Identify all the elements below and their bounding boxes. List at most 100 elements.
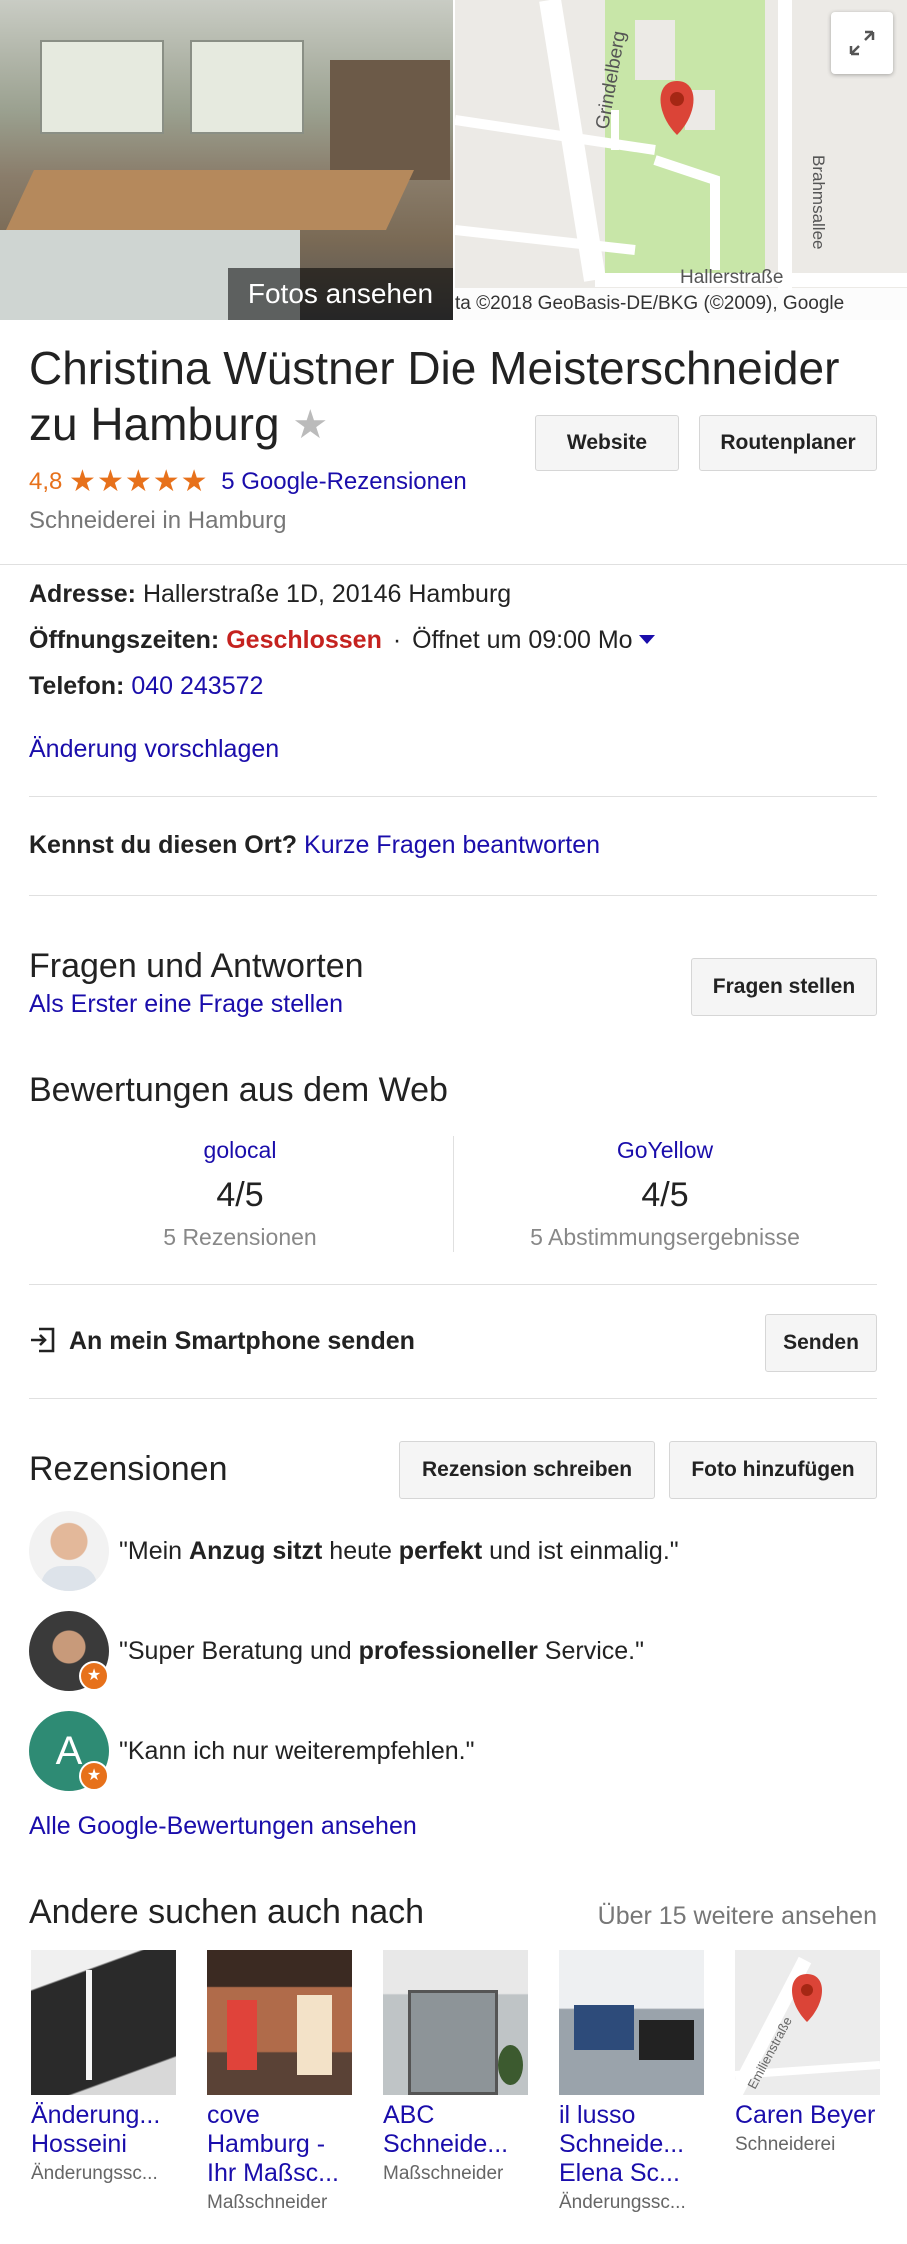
related-place-category: Maßschneider [207,2192,328,2213]
see-more-link[interactable]: Über 15 weitere ansehen [598,1898,877,1934]
related-place-map: Emilienstraße [735,1956,880,2095]
also-searched-title: Andere suchen auch nach [29,1893,425,1931]
related-place-card[interactable]: il lusso Schneide... Elena Sc... Änderun… [559,1950,704,2218]
phone-link[interactable]: 040 243572 [131,672,263,700]
all-reviews-link[interactable]: Alle Google-Bewertungen ansehen [29,1812,417,1840]
web-review-golocal[interactable]: golocal 4/5 5 Rezensionen [30,1134,450,1254]
review-text: "Mein Anzug sitzt heute perfekt und ist … [119,1511,679,1591]
review-text-part: "Super Beratung und [119,1637,359,1665]
web-review-score: 4/5 [216,1176,264,1214]
map-street-label: Brahmsallee [809,155,828,250]
related-place-category: Maßschneider [383,2163,504,2184]
expand-map-button[interactable] [831,12,893,74]
web-review-goyellow[interactable]: GoYellow 4/5 5 Abstimmungsergebnisse [453,1134,877,1254]
reviews-title: Rezensionen [29,1450,228,1488]
related-place-name[interactable]: Änderung... Hosseini [31,2101,176,2159]
know-place-line: Kennst du diesen Ort? Kurze Fragen beant… [29,827,600,863]
related-place-card[interactable]: cove Hamburg - Ihr Maßsc... Maßschneider [207,1950,352,2218]
hours-label: Öffnungszeiten: [29,626,220,654]
web-review-source[interactable]: golocal [30,1134,450,1166]
divider [29,1284,877,1285]
ask-first-question-link[interactable]: Als Erster eine Frage stellen [29,990,343,1018]
google-reviews-link[interactable]: 5 Google-Rezensionen [221,468,467,495]
related-place-thumbnail[interactable] [207,1950,352,2095]
suggest-edit-line: Änderung vorschlagen [29,731,279,767]
review-highlight: professioneller [358,1637,538,1665]
review-text-part: heute [322,1537,399,1565]
knowledge-panel: Fotos ansehen Grindelberg Hallerstraße B… [0,0,907,2244]
media-header: Fotos ansehen Grindelberg Hallerstraße B… [0,0,907,320]
related-place-thumbnail[interactable]: Emilienstraße [735,1950,880,2095]
related-place-thumbnail[interactable] [31,1950,176,2095]
related-place-card[interactable]: Emilienstraße Caren Beyer Schneiderei [735,1950,880,2160]
rating-stars-icon: ★★★★★ [69,465,209,498]
phone-label: Telefon: [29,672,125,700]
phone-line: Telefon: 040 243572 [29,668,263,704]
hours-dropdown[interactable]: Öffnet um 09:00 Mo [412,626,655,654]
send-button[interactable]: Senden [765,1314,877,1372]
divider [29,796,877,797]
address-value: Hallerstraße 1D, 20146 Hamburg [142,580,512,608]
answer-questions-link[interactable]: Kurze Fragen beantworten [304,831,600,859]
web-review-count: 5 Abstimmungsergebnisse [530,1224,800,1250]
review-snippet[interactable]: ★ "Super Beratung und professioneller Se… [29,1611,889,1691]
divider [0,564,907,565]
related-place-thumbnail[interactable] [383,1950,528,2095]
related-place-thumbnail[interactable] [559,1950,704,2095]
add-photo-button[interactable]: Foto hinzufügen [669,1441,877,1499]
review-text: "Kann ich nur weiterempfehlen." [119,1737,475,1765]
related-place-category: Schneiderei [735,2134,836,2155]
map-preview[interactable]: Grindelberg Hallerstraße Brahmsallee ta … [455,0,907,320]
route-planner-button[interactable]: Routenplaner [699,415,877,471]
suggest-edit-link[interactable]: Änderung vorschlagen [29,735,279,763]
local-guide-badge-icon: ★ [79,1761,109,1791]
map-credit: ta ©2018 GeoBasis-DE/BKG (©2009), Google [455,288,907,320]
review-text: "Super Beratung und professioneller Serv… [119,1611,644,1691]
address-label: Adresse: [29,580,136,608]
all-reviews-line: Alle Google-Bewertungen ansehen [29,1808,417,1844]
related-place-name[interactable]: cove Hamburg - Ihr Maßsc... [207,2101,352,2188]
review-snippet[interactable]: A ★ "Kann ich nur weiterempfehlen." [29,1711,889,1791]
ask-question-button[interactable]: Fragen stellen [691,958,877,1016]
local-guide-badge-icon: ★ [79,1661,109,1691]
save-star-icon[interactable]: ★ [292,403,328,447]
divider [29,1398,877,1399]
related-place-name[interactable]: ABC Schneide... [383,2101,528,2159]
write-review-button[interactable]: Rezension schreiben [399,1441,655,1499]
related-place-category: Änderungssc... [559,2192,686,2213]
web-reviews-title: Bewertungen aus dem Web [29,1071,448,1109]
chevron-down-icon[interactable] [638,635,655,644]
review-highlight: perfekt [398,1537,483,1565]
divider [29,895,877,896]
send-to-phone-label[interactable]: An mein Smartphone senden [69,1327,415,1355]
related-place-name[interactable]: Caren Beyer [735,2101,880,2130]
web-review-source[interactable]: GoYellow [453,1134,877,1166]
review-snippet[interactable]: "Mein Anzug sitzt heute perfekt und ist … [29,1511,889,1591]
hours-separator: · [392,626,402,654]
web-review-score: 4/5 [641,1176,689,1214]
website-button[interactable]: Website [535,415,679,471]
related-place-name[interactable]: il lusso Schneide... Elena Sc... [559,2101,704,2188]
avatar [29,1511,109,1591]
photos-caption[interactable]: Fotos ansehen [228,268,453,320]
web-review-count: 5 Rezensionen [163,1224,317,1250]
related-place-category: Änderungssc... [31,2163,158,2184]
related-place-card[interactable]: Änderung... Hosseini Änderungssc... [31,1950,176,2189]
send-to-phone-icon [31,1327,55,1353]
map-street-label: Hallerstraße [680,267,783,288]
business-photo[interactable]: Fotos ansehen [0,0,453,320]
hours-line: Öffnungszeiten: Geschlossen · Öffnet um … [29,622,655,658]
photo-window [40,40,164,134]
review-text-part: "Mein [119,1537,190,1565]
qa-title: Fragen und Antworten [29,947,364,985]
related-place-card[interactable]: ABC Schneide... Maßschneider [383,1950,528,2189]
photo-table [6,170,414,230]
know-place-question: Kennst du diesen Ort? [29,831,298,859]
send-to-phone-line[interactable]: An mein Smartphone senden [29,1323,415,1359]
review-text-part: und ist einmalig." [482,1537,679,1565]
review-text-part: Service." [537,1637,644,1665]
expand-icon [849,30,875,56]
map-pin-icon [792,1974,822,2022]
address-line: Adresse: Hallerstraße 1D, 20146 Hamburg [29,576,511,612]
hours-next[interactable]: Öffnet um 09:00 Mo [412,626,633,654]
